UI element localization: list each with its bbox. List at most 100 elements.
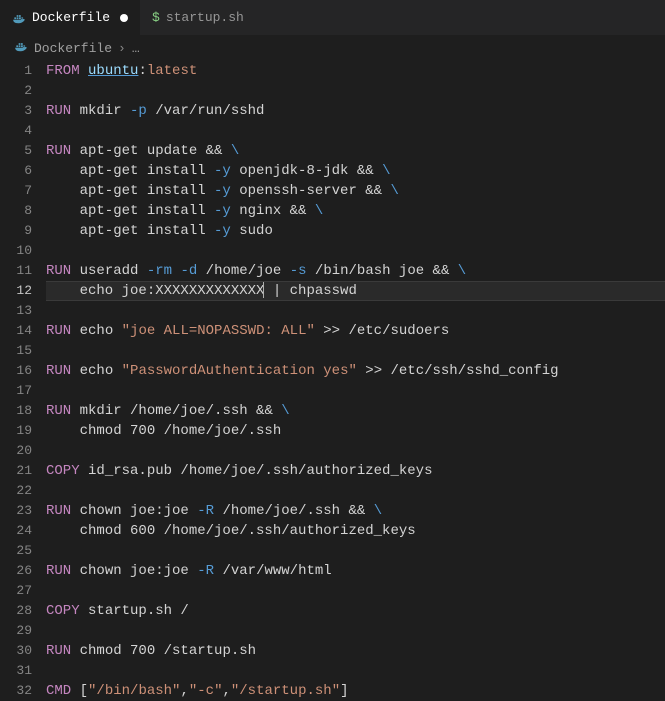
code-area[interactable]: FROM ubuntu:latest RUN mkdir -p /var/run/… bbox=[46, 61, 665, 701]
token-kw: RUN bbox=[46, 143, 71, 159]
line-number: 31 bbox=[0, 661, 32, 681]
token-kw: FROM bbox=[46, 63, 80, 79]
token-kw: RUN bbox=[46, 643, 71, 659]
code-line[interactable]: RUN mkdir /home/joe/.ssh && \ bbox=[46, 401, 665, 421]
code-line[interactable] bbox=[46, 581, 665, 601]
code-line[interactable] bbox=[46, 341, 665, 361]
code-line[interactable]: echo joe:XXXXXXXXXXXXX | chpasswd bbox=[46, 281, 665, 301]
code-line[interactable]: RUN apt-get update && \ bbox=[46, 141, 665, 161]
code-editor[interactable]: 1234567891011121314151617181920212223242… bbox=[0, 61, 665, 701]
token-op: mkdir bbox=[71, 103, 130, 119]
token-str: "PasswordAuthentication yes" bbox=[122, 363, 357, 379]
code-line[interactable] bbox=[46, 81, 665, 101]
token-op: chown joe:joe bbox=[71, 563, 197, 579]
code-line[interactable]: FROM ubuntu:latest bbox=[46, 61, 665, 81]
token-op: sudo bbox=[231, 223, 273, 239]
code-line[interactable]: COPY startup.sh / bbox=[46, 601, 665, 621]
line-number: 27 bbox=[0, 581, 32, 601]
line-number: 1 bbox=[0, 61, 32, 81]
docker-icon bbox=[14, 39, 28, 57]
tab-label: Dockerfile bbox=[32, 10, 110, 25]
token-kw: RUN bbox=[46, 103, 71, 119]
token-op: chown joe:joe bbox=[71, 503, 197, 519]
tab-dockerfile[interactable]: Dockerfile bbox=[0, 0, 140, 35]
line-number: 25 bbox=[0, 541, 32, 561]
code-line[interactable]: RUN chown joe:joe -R /home/joe/.ssh && \ bbox=[46, 501, 665, 521]
code-line[interactable] bbox=[46, 661, 665, 681]
code-line[interactable]: RUN mkdir -p /var/run/sshd bbox=[46, 101, 665, 121]
token-op: apt-get update && bbox=[71, 143, 231, 159]
code-line[interactable] bbox=[46, 241, 665, 261]
line-number: 28 bbox=[0, 601, 32, 621]
code-line[interactable] bbox=[46, 301, 665, 321]
token-cont: \ bbox=[374, 503, 382, 519]
token-kw: RUN bbox=[46, 503, 71, 519]
dirty-indicator-icon bbox=[120, 14, 128, 22]
code-line[interactable]: chmod 700 /home/joe/.ssh bbox=[46, 421, 665, 441]
token-op: startup.sh / bbox=[80, 603, 189, 619]
token-op: | chpasswd bbox=[264, 283, 356, 299]
line-number: 26 bbox=[0, 561, 32, 581]
token-flag: -y bbox=[214, 223, 231, 239]
line-number: 19 bbox=[0, 421, 32, 441]
code-line[interactable]: RUN chown joe:joe -R /var/www/html bbox=[46, 561, 665, 581]
code-line[interactable]: COPY id_rsa.pub /home/joe/.ssh/authorize… bbox=[46, 461, 665, 481]
code-line[interactable] bbox=[46, 541, 665, 561]
token-op: apt-get install bbox=[46, 183, 214, 199]
token-op: id_rsa.pub /home/joe/.ssh/authorized_key… bbox=[80, 463, 433, 479]
tab-startup-sh[interactable]: $ startup.sh bbox=[140, 0, 256, 35]
token-flag: -R bbox=[197, 563, 214, 579]
bash-icon: $ bbox=[152, 10, 160, 25]
line-number: 7 bbox=[0, 181, 32, 201]
line-number: 3 bbox=[0, 101, 32, 121]
token-op: openssh-server && bbox=[231, 183, 391, 199]
token-flag: -p bbox=[130, 103, 147, 119]
token-kw: RUN bbox=[46, 263, 71, 279]
code-line[interactable]: apt-get install -y openjdk-8-jdk && \ bbox=[46, 161, 665, 181]
token-op: chmod 700 /home/joe/.ssh bbox=[46, 423, 281, 439]
line-number: 8 bbox=[0, 201, 32, 221]
token-op: echo joe:XXXXXXXXXXXXX bbox=[46, 283, 264, 299]
token-cont: \ bbox=[458, 263, 466, 279]
line-number: 24 bbox=[0, 521, 32, 541]
code-line[interactable]: apt-get install -y openssh-server && \ bbox=[46, 181, 665, 201]
code-line[interactable] bbox=[46, 621, 665, 641]
code-line[interactable]: RUN useradd -rm -d /home/joe -s /bin/bas… bbox=[46, 261, 665, 281]
token-op: >> /etc/ssh/sshd_config bbox=[357, 363, 559, 379]
code-line[interactable]: CMD ["/bin/bash","-c","/startup.sh"] bbox=[46, 681, 665, 701]
tab-bar: Dockerfile $ startup.sh bbox=[0, 0, 665, 35]
token-op: /home/joe bbox=[197, 263, 289, 279]
line-number: 4 bbox=[0, 121, 32, 141]
code-line[interactable]: RUN echo "PasswordAuthentication yes" >>… bbox=[46, 361, 665, 381]
tab-label: startup.sh bbox=[166, 10, 244, 25]
token-cont: \ bbox=[315, 203, 323, 219]
line-number: 30 bbox=[0, 641, 32, 661]
token-flag: -rm bbox=[147, 263, 172, 279]
breadcrumb-file: Dockerfile bbox=[34, 41, 112, 56]
token-flag: -y bbox=[214, 203, 231, 219]
token-flag: -s bbox=[290, 263, 307, 279]
line-number: 18 bbox=[0, 401, 32, 421]
code-line[interactable]: RUN chmod 700 /startup.sh bbox=[46, 641, 665, 661]
code-line[interactable]: chmod 600 /home/joe/.ssh/authorized_keys bbox=[46, 521, 665, 541]
line-number: 9 bbox=[0, 221, 32, 241]
breadcrumb-more: … bbox=[132, 41, 140, 56]
code-line[interactable] bbox=[46, 121, 665, 141]
code-line[interactable]: RUN echo "joe ALL=NOPASSWD: ALL" >> /etc… bbox=[46, 321, 665, 341]
line-number: 23 bbox=[0, 501, 32, 521]
code-line[interactable] bbox=[46, 481, 665, 501]
token-op: echo bbox=[71, 323, 121, 339]
token-cont: \ bbox=[390, 183, 398, 199]
code-line[interactable] bbox=[46, 441, 665, 461]
code-line[interactable]: apt-get install -y sudo bbox=[46, 221, 665, 241]
token-flag: -y bbox=[214, 163, 231, 179]
line-number: 2 bbox=[0, 81, 32, 101]
line-number: 21 bbox=[0, 461, 32, 481]
breadcrumb[interactable]: Dockerfile › … bbox=[0, 35, 665, 61]
line-number: 12 bbox=[0, 281, 32, 301]
token-flag: -y bbox=[214, 183, 231, 199]
token-kw: RUN bbox=[46, 563, 71, 579]
code-line[interactable]: apt-get install -y nginx && \ bbox=[46, 201, 665, 221]
code-line[interactable] bbox=[46, 381, 665, 401]
token-op: mkdir /home/joe/.ssh && bbox=[71, 403, 281, 419]
